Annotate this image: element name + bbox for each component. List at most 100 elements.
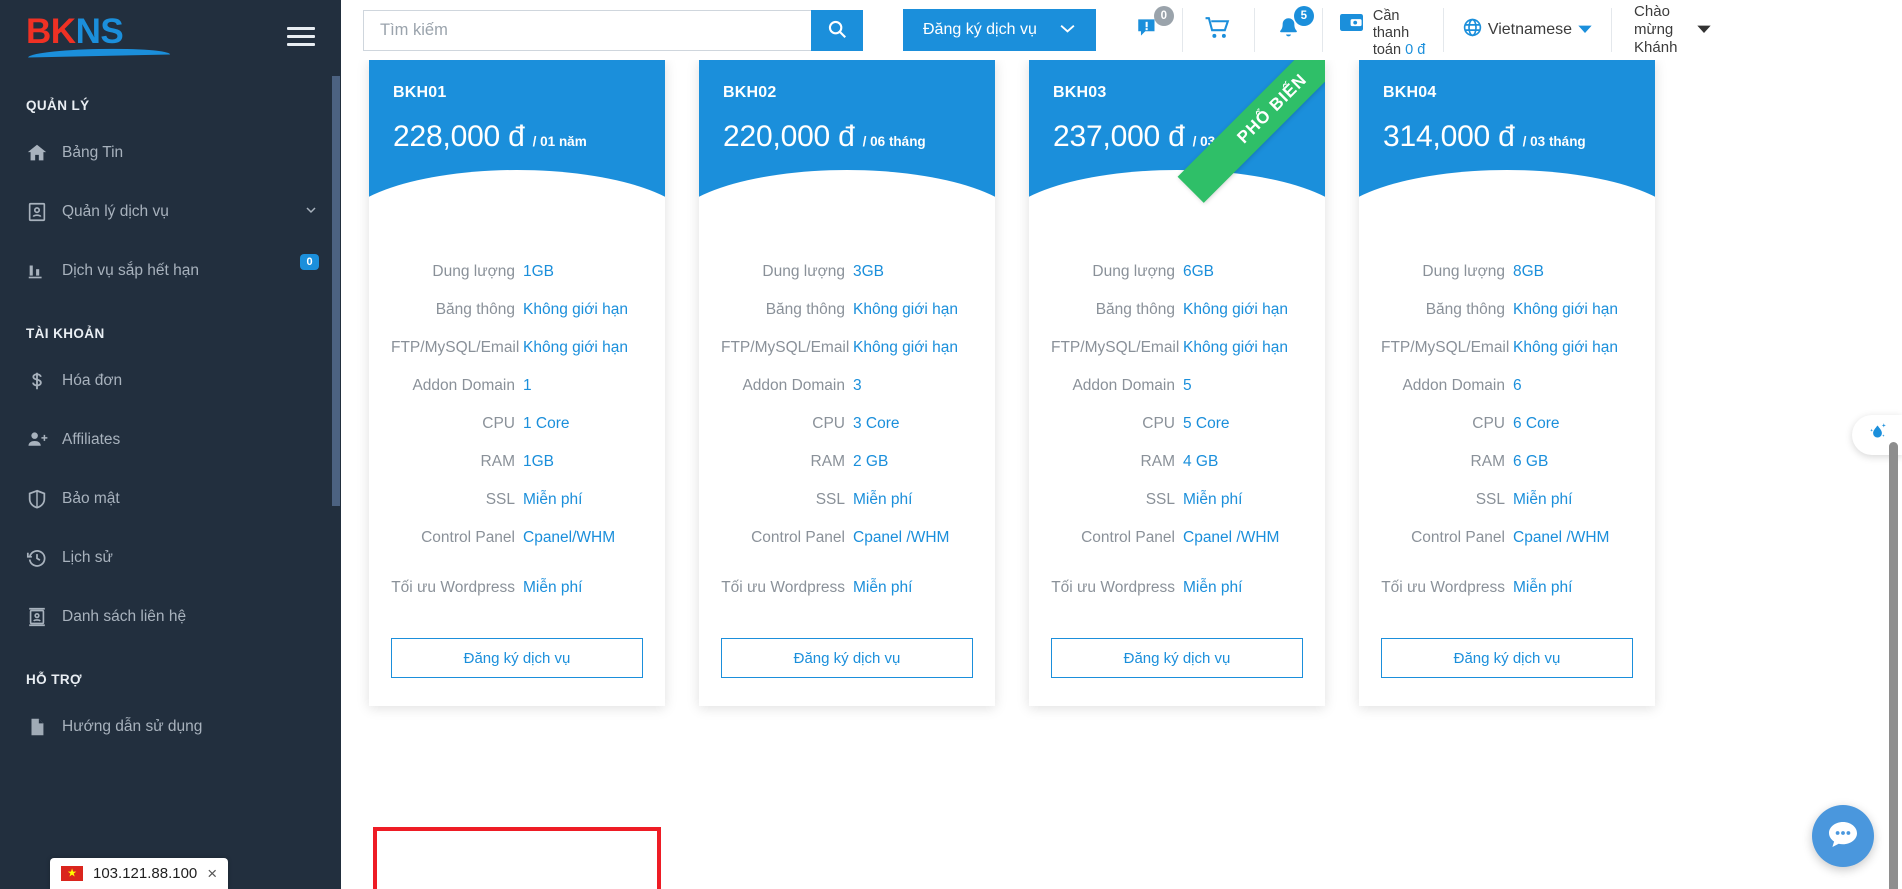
spec-value: 6GB — [1183, 263, 1215, 280]
main-scrollbar-thumb[interactable] — [1889, 442, 1898, 889]
spec-value: 5 Core — [1183, 415, 1230, 432]
support-ticket-button[interactable]: 0 — [1114, 6, 1182, 52]
spec-label: Addon Domain — [412, 377, 515, 394]
spec-row: FTP/MySQL/Email Không giới hạn — [391, 338, 643, 358]
spec-value: 4 GB — [1183, 453, 1219, 470]
user-greeting-label: Chào mừng Khánh — [1634, 3, 1678, 56]
plan-period: / 03 tháng — [1522, 134, 1586, 149]
notifications-button[interactable]: 5 — [1253, 6, 1322, 52]
sidebar: BKNS QUẢN LÝ Bảng Tin Quản lý dịch vụ Dị… — [0, 0, 341, 889]
plan-cards-row: BKH01 228,000 đ / 01 năm Dung lượng 1GB Băng … — [341, 60, 1902, 706]
spec-label: Dung lượng — [762, 263, 845, 280]
sidebar-item-dich-vu-sap-het-han[interactable]: Dịch vụ sắp hết hạn 0 — [0, 241, 341, 300]
spec-row: Control Panel Cpanel/WHM — [391, 528, 643, 548]
spec-row: Tối ưu Wordpress Miễn phí — [391, 566, 643, 610]
sidebar-item-bao-mat[interactable]: Bảo mật — [0, 469, 341, 528]
register-service-card-button[interactable]: Đăng ký dịch vụ — [1381, 638, 1633, 678]
spec-row: FTP/MySQL/Email Không giới hạn — [1051, 338, 1303, 358]
spec-value: 6 Core — [1513, 415, 1560, 432]
header-curve — [1029, 170, 1325, 208]
spec-value: 5 — [1183, 377, 1192, 394]
spec-value: Không giới hạn — [1513, 301, 1618, 318]
plan-price-line: 314,000 đ / 03 tháng — [1383, 120, 1631, 154]
cart-button[interactable] — [1181, 8, 1254, 52]
sidebar-item-quan-ly-dich-vu[interactable]: Quản lý dịch vụ — [0, 182, 341, 241]
wallet-amount: 0 đ — [1405, 42, 1426, 58]
spec-row: Control Panel Cpanel /WHM — [1381, 528, 1633, 548]
spec-value: 8GB — [1513, 263, 1545, 280]
plan-card-header: BKH04 314,000 đ / 03 tháng — [1359, 60, 1655, 208]
spec-label: SSL — [815, 491, 845, 508]
spec-label: SSL — [1145, 491, 1175, 508]
spec-row: Dung lượng 3GB — [721, 262, 973, 282]
vietnam-flag-icon — [61, 866, 83, 881]
spec-label: RAM — [1470, 453, 1505, 470]
user-menu[interactable]: Chào mừng Khánh — [1611, 3, 1728, 56]
id-card-icon — [26, 201, 62, 223]
sidebar-item-lich-su[interactable]: Lịch sử — [0, 528, 341, 587]
spec-row: RAM 1GB — [391, 452, 643, 472]
close-icon[interactable]: × — [207, 865, 217, 882]
shopping-cart-icon — [1204, 15, 1233, 46]
plan-price-line: 228,000 đ / 01 năm — [393, 120, 641, 154]
register-service-card-button[interactable]: Đăng ký dịch vụ — [721, 638, 973, 678]
spec-value: Cpanel /WHM — [1513, 529, 1610, 546]
spec-row: Addon Domain 6 — [1381, 376, 1633, 396]
header-curve — [699, 170, 995, 208]
spec-row: CPU 6 Core — [1381, 414, 1633, 434]
chat-widget-button[interactable] — [1812, 805, 1874, 867]
spec-label: FTP/MySQL/Email — [1381, 339, 1510, 356]
plan-card-header: BKH01 228,000 đ / 01 năm — [369, 60, 665, 208]
spec-value: Không giới hạn — [523, 301, 628, 318]
wallet-icon — [1339, 11, 1365, 40]
sidebar-item-affiliates[interactable]: Affiliates — [0, 410, 341, 469]
spec-row: Băng thông Không giới hạn — [1051, 300, 1303, 320]
ip-address-chip[interactable]: 103.121.88.100 × — [50, 858, 229, 889]
plan-card-footer: Đăng ký dịch vụ — [1029, 620, 1325, 706]
wallet-button[interactable]: Cần thanh toán 0 đ — [1321, 8, 1443, 58]
search-input[interactable] — [363, 9, 811, 51]
plan-specs: Dung lượng 8GB Băng thông Không giới hạn FTP… — [1359, 208, 1655, 610]
spec-label: Control Panel — [421, 529, 515, 546]
plan-period: / 06 tháng — [862, 134, 926, 149]
search-container — [363, 9, 863, 51]
register-service-card-button[interactable]: Đăng ký dịch vụ — [391, 638, 643, 678]
sidebar-item-bang-tin[interactable]: Bảng Tin — [0, 123, 341, 182]
spec-value: 3GB — [853, 263, 885, 280]
spec-label: SSL — [1475, 491, 1505, 508]
sidebar-item-label: Lịch sử — [62, 548, 113, 566]
spec-value: Miễn phí — [853, 491, 913, 508]
spec-value: Miễn phí — [1513, 491, 1573, 508]
plan-card: BKH01 228,000 đ / 01 năm Dung lượng 1GB Băng … — [369, 60, 665, 706]
spec-row: Băng thông Không giới hạn — [1381, 300, 1633, 320]
spec-label: Addon Domain — [1402, 377, 1505, 394]
spec-value: Miễn phí — [853, 579, 913, 596]
sidebar-item-hoa-don[interactable]: Hóa đơn — [0, 351, 341, 410]
logo-text-ns: NS — [75, 12, 124, 51]
spec-label: RAM — [1140, 453, 1175, 470]
sidebar-item-danh-sach-lien-he[interactable]: Danh sách liên hệ — [0, 587, 341, 646]
spec-row: Addon Domain 5 — [1051, 376, 1303, 396]
sidebar-item-label: Hóa đơn — [62, 371, 123, 389]
search-button[interactable] — [811, 9, 863, 51]
plan-period: / 03 tháng — [1192, 134, 1256, 149]
register-service-button[interactable]: Đăng ký dịch vụ — [903, 9, 1096, 51]
plans-area: BKH01 228,000 đ / 01 năm Dung lượng 1GB Băng … — [341, 60, 1902, 889]
language-selector[interactable]: Vietnamese — [1442, 8, 1611, 52]
plan-card-footer: Đăng ký dịch vụ — [699, 620, 995, 706]
bkns-logo[interactable]: BKNS — [26, 14, 176, 58]
plan-name: BKH01 — [393, 84, 447, 101]
register-service-card-button[interactable]: Đăng ký dịch vụ — [1051, 638, 1303, 678]
plan-name: BKH02 — [723, 84, 777, 101]
hamburger-icon[interactable] — [287, 22, 315, 51]
chevron-down-icon[interactable] — [303, 202, 319, 221]
spec-row: Dung lượng 1GB — [391, 262, 643, 282]
plan-card: BKH03 237,000 đ/ 03 tháng PHỔ BIẾN Dung lượ… — [1029, 60, 1325, 706]
spec-label: CPU — [812, 415, 845, 432]
sidebar-scrollbar-thumb[interactable] — [332, 76, 340, 506]
spec-value: 1 Core — [523, 415, 570, 432]
sidebar-item-huong-dan-su-dung[interactable]: Hướng dẫn sử dụng — [0, 697, 341, 756]
spec-row: Băng thông Không giới hạn — [721, 300, 973, 320]
plan-price: 220,000 đ — [723, 120, 855, 153]
spec-label: RAM — [480, 453, 515, 470]
